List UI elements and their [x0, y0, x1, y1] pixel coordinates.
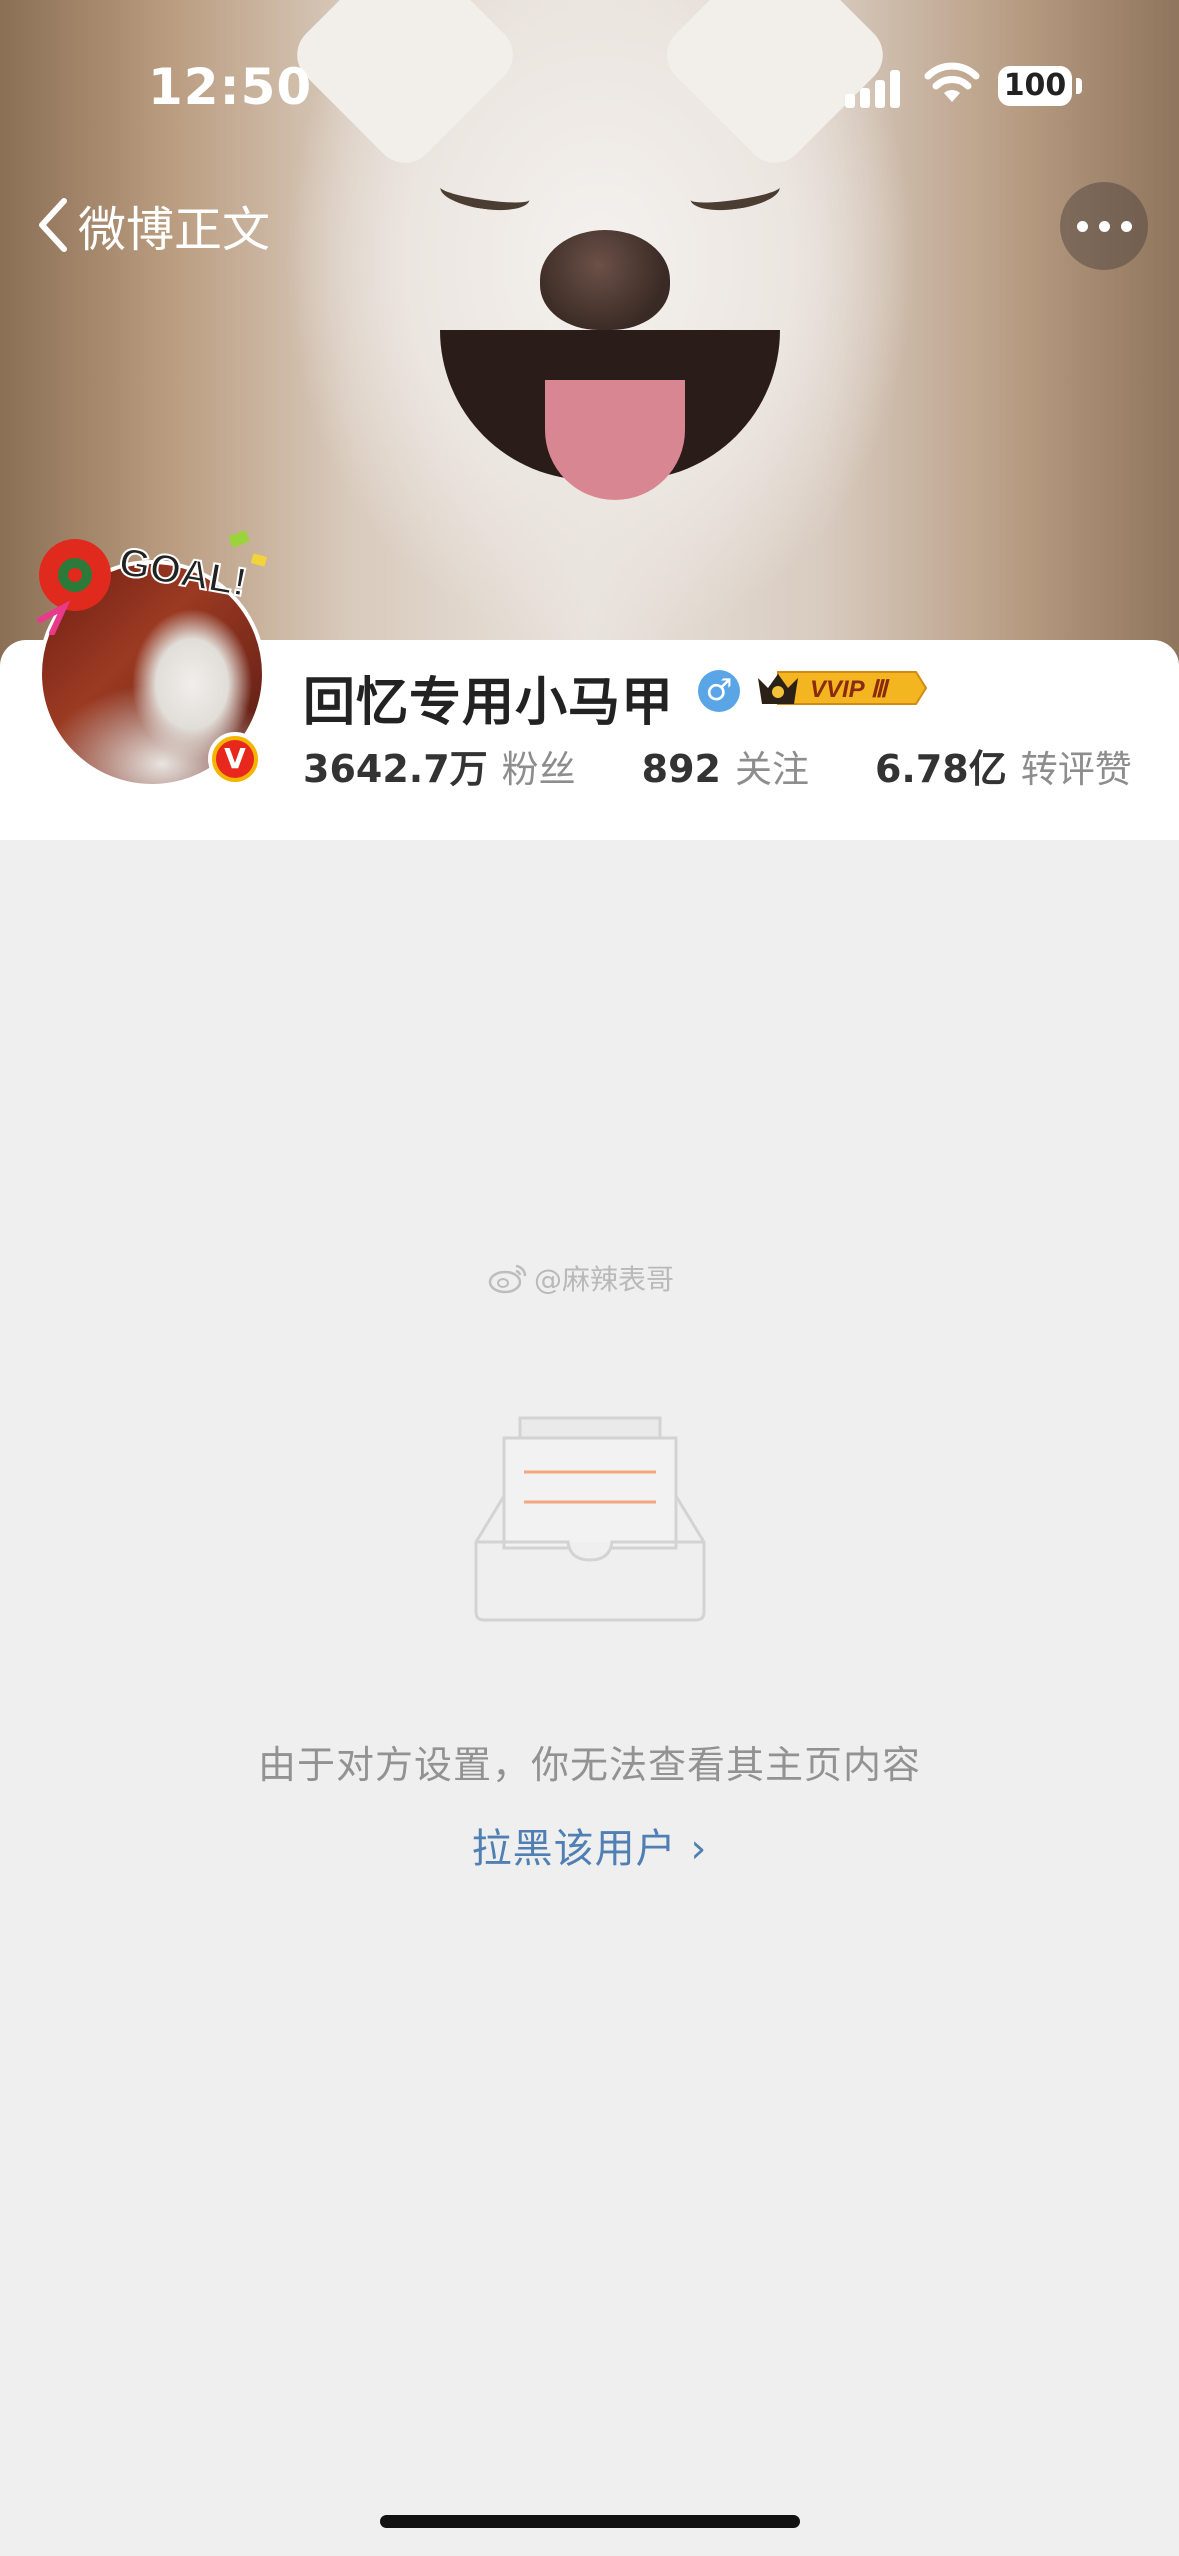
vip-label: VVIP Ⅲ — [810, 676, 890, 703]
back-button[interactable]: 微博正文 — [32, 195, 270, 258]
wifi-icon — [924, 62, 980, 102]
empty-tray-icon — [474, 1416, 706, 1622]
more-options-button[interactable] — [1060, 182, 1148, 270]
chevron-left-icon — [39, 198, 67, 252]
dot-icon — [1076, 220, 1088, 232]
stat-label: 关注 — [734, 748, 809, 791]
verified-mark: V — [216, 740, 254, 778]
goal-sticker-icon: GOAL! — [37, 530, 268, 635]
male-gender-icon: ♂ — [698, 670, 740, 712]
back-label: 微博正文 — [78, 202, 271, 258]
watermark: @麻辣表哥 — [488, 1258, 674, 1298]
cellular-signal-icon — [845, 66, 905, 108]
empty-message: 由于对方设置，你无法查看其主页内容 — [257, 1743, 921, 1787]
stat-following[interactable]: 892 关注 — [642, 739, 809, 793]
stat-followers[interactable]: 3642.7万 粉丝 — [303, 738, 576, 793]
dog-eye-left — [438, 171, 532, 216]
dog-eye-right — [688, 171, 782, 216]
block-user-link[interactable]: 拉黑该用户 › — [0, 1816, 1179, 1874]
dog-ear-left — [284, 0, 526, 176]
stat-reposts-comments-likes[interactable]: 6.78亿 转评赞 — [875, 738, 1132, 793]
stat-value: 6.78亿 — [874, 747, 1007, 791]
vip-badge[interactable]: VVIP Ⅲ — [756, 666, 928, 710]
dot-icon — [1120, 220, 1132, 232]
stat-label: 粉丝 — [501, 748, 576, 791]
battery-tip — [1076, 78, 1082, 94]
verified-badge: V — [208, 732, 262, 786]
dog-nose — [540, 230, 670, 330]
goal-sticker-text: GOAL! — [116, 540, 251, 606]
dot-icon — [1098, 220, 1110, 232]
stat-value: 3642.7万 — [303, 747, 488, 791]
profile-name[interactable]: 回忆专用小马甲 — [303, 660, 674, 735]
dog-tongue — [545, 380, 685, 500]
weibo-logo-icon — [488, 1264, 527, 1294]
home-indicator[interactable] — [380, 2515, 800, 2528]
stat-value: 892 — [641, 747, 721, 791]
battery-icon: 100 — [998, 66, 1072, 106]
stat-label: 转评赞 — [1020, 748, 1132, 791]
profile-stats: 3642.7万 粉丝 892 关注 6.78亿 转评赞 — [303, 738, 1132, 793]
watermark-text: @麻辣表哥 — [534, 1263, 675, 1296]
status-time: 12:50 — [148, 58, 313, 116]
